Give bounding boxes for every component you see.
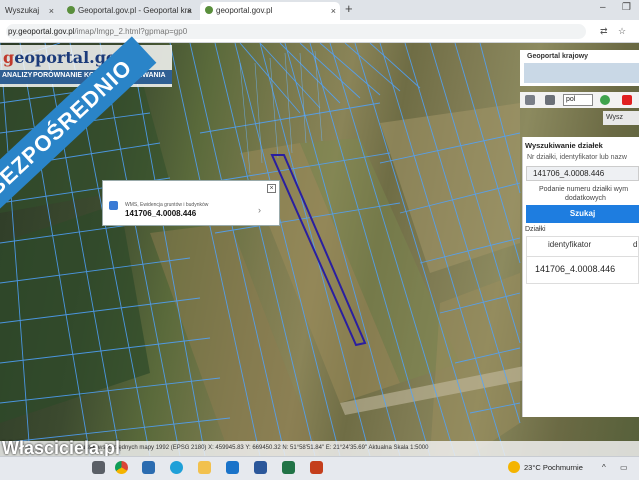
wms-layer-icon bbox=[109, 201, 118, 210]
network-icon[interactable]: ▭ bbox=[620, 463, 628, 472]
minimize-icon[interactable]: – bbox=[600, 2, 606, 13]
outlook-icon[interactable] bbox=[226, 461, 239, 474]
url-host: py.geoportal.gov.pl bbox=[8, 27, 75, 36]
weather-text[interactable]: 23°C Pochmurnie bbox=[524, 463, 583, 472]
new-tab-button[interactable]: + bbox=[345, 1, 353, 16]
overview-minimap[interactable] bbox=[524, 63, 639, 83]
url-field[interactable]: py.geoportal.gov.pl/imap/Imgp_2.html?gpm… bbox=[6, 24, 586, 39]
chevron-right-icon[interactable]: › bbox=[258, 205, 261, 215]
logo-g: g bbox=[3, 48, 15, 67]
geoportal-favicon-icon bbox=[67, 6, 75, 14]
help-icon[interactable] bbox=[600, 95, 610, 105]
address-bar: py.geoportal.gov.pl/imap/Imgp_2.html?gpm… bbox=[0, 20, 639, 43]
column-header-identifier[interactable]: identyfikator bbox=[548, 240, 591, 249]
file-explorer-icon[interactable] bbox=[198, 461, 211, 474]
url-path: /imap/Imgp_2.html?gpmap=gp0 bbox=[74, 27, 188, 36]
print-icon[interactable] bbox=[545, 95, 555, 105]
save-icon[interactable] bbox=[525, 95, 535, 105]
search-field-label: Nr działki, identyfikator lub nazw bbox=[527, 154, 627, 161]
translate-icon[interactable]: ⇄ bbox=[600, 26, 608, 37]
search-button[interactable]: Szukaj bbox=[526, 205, 639, 223]
tab-geoportal-krajowy[interactable]: Geoportal.gov.pl - Geoportal kra × bbox=[62, 2, 196, 20]
coordinates-readout: układ współrzędnych mapy 1992 (EPSG 2180… bbox=[82, 445, 429, 451]
weather-icon bbox=[508, 461, 520, 473]
search-hint: Podanie numeru działki wym bbox=[539, 186, 629, 193]
edge-icon[interactable] bbox=[170, 461, 183, 474]
tray-expand-icon[interactable]: ^ bbox=[602, 463, 606, 472]
geoportal-favicon-icon bbox=[205, 6, 213, 14]
tab-geoportal-active[interactable]: geoportal.gov.pl × bbox=[200, 2, 340, 20]
store-icon[interactable] bbox=[142, 461, 155, 474]
tab-close-icon[interactable]: × bbox=[49, 2, 54, 20]
column-header-d[interactable]: d bbox=[633, 240, 637, 249]
table-row[interactable]: 141706_4.0008.446 bbox=[535, 264, 615, 274]
chrome-icon[interactable] bbox=[115, 461, 128, 474]
screen: Wyszukaj × Geoportal.gov.pl - Geoportal … bbox=[0, 0, 639, 480]
tab-label: Wyszukaj bbox=[5, 6, 40, 15]
table-divider bbox=[526, 256, 639, 257]
excel-icon[interactable] bbox=[282, 461, 295, 474]
parcel-info-popup: × WMS, Ewidencja gruntów i budynków 1417… bbox=[102, 180, 280, 226]
word-icon[interactable] bbox=[254, 461, 267, 474]
search-icon[interactable] bbox=[92, 461, 105, 474]
restore-icon[interactable]: ❐ bbox=[622, 2, 631, 13]
language-select[interactable]: pol bbox=[563, 94, 593, 106]
overview-title: Geoportal krajowy bbox=[527, 53, 589, 60]
results-section-title: Działki bbox=[525, 226, 546, 233]
youtube-icon[interactable] bbox=[622, 95, 632, 105]
tab-close-icon[interactable]: × bbox=[331, 2, 336, 20]
browser-tab-strip: Wyszukaj × Geoportal.gov.pl - Geoportal … bbox=[0, 0, 639, 20]
tab-wyszukaj[interactable]: Wyszukaj × bbox=[0, 2, 58, 20]
tab-wyszukiwanie[interactable]: Wysz bbox=[603, 111, 639, 125]
powerpoint-icon[interactable] bbox=[310, 461, 323, 474]
menu-item-analizy[interactable]: ANALIZY bbox=[2, 72, 32, 79]
popup-layer-name: WMS, Ewidencja gruntów i budynków bbox=[125, 202, 209, 208]
popup-close-icon[interactable]: × bbox=[267, 184, 276, 193]
search-hint-continued: dodatkowych bbox=[565, 195, 606, 202]
tab-label: Geoportal.gov.pl - Geoportal kra bbox=[78, 6, 192, 15]
search-panel-title: Wyszukiwanie działek bbox=[525, 141, 603, 150]
menu-item-porownanie[interactable]: PORÓWNANIE bbox=[33, 72, 82, 79]
popup-parcel-id[interactable]: 141706_4.0008.446 bbox=[125, 209, 196, 218]
parcel-search-input[interactable]: 141706_4.0008.446 bbox=[526, 166, 639, 181]
tab-close-icon[interactable]: × bbox=[187, 2, 192, 20]
tab-label: geoportal.gov.pl bbox=[216, 6, 273, 15]
bookmark-star-icon[interactable]: ☆ bbox=[618, 26, 626, 37]
